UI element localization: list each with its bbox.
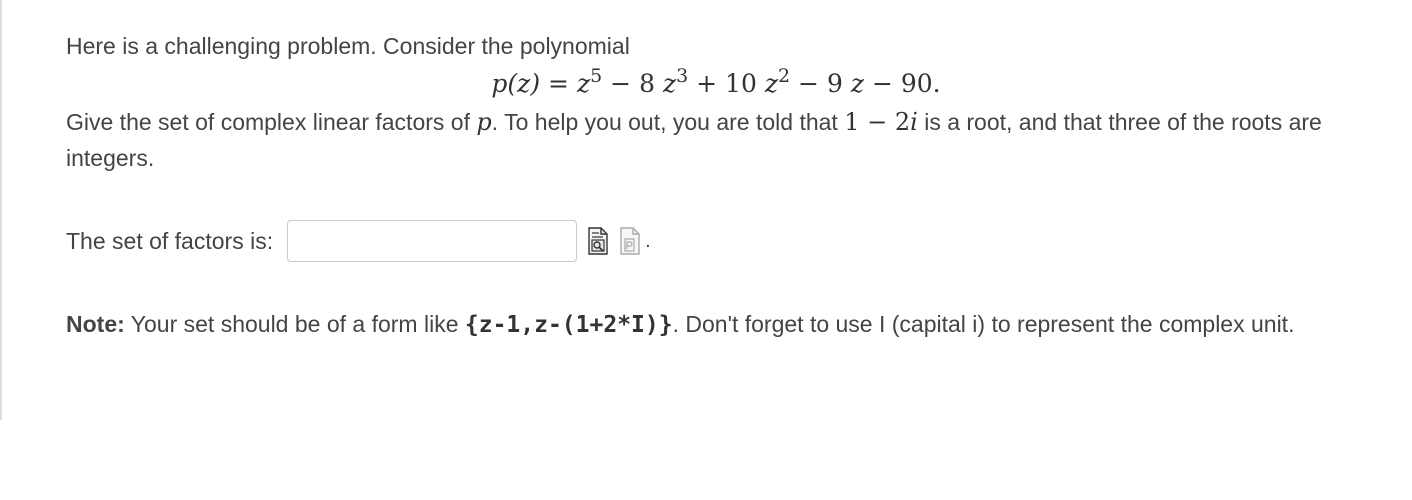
note-label: Note: xyxy=(66,311,125,337)
p-symbol: p xyxy=(476,108,492,136)
question-text-2: . To help you out, you are told that xyxy=(491,109,845,135)
answer-label: The set of factors is: xyxy=(66,228,274,254)
answer-row: The set of factors is: . xyxy=(66,218,1366,264)
answer-trailing-period: . xyxy=(645,230,651,252)
formula-exp2: 2 xyxy=(778,65,791,87)
root-imaginary-unit: i xyxy=(910,108,918,136)
preview-icon[interactable] xyxy=(587,227,609,255)
formula-lhs: p(z) xyxy=(491,69,541,98)
formula-minus9: − 9 xyxy=(798,69,843,98)
formula-z-term5: z xyxy=(576,69,591,98)
left-border xyxy=(0,0,2,420)
formula-z-term3: z xyxy=(662,69,677,98)
note-text-2: . Don't forget to use I (capital i) to r… xyxy=(672,311,1295,337)
formula-z-term2: z xyxy=(764,69,778,98)
root-real: 1 − 2 xyxy=(844,108,911,136)
problem-intro: Here is a challenging problem. Consider … xyxy=(66,33,630,59)
help-icon[interactable] xyxy=(619,227,641,255)
formula-plus10: + 10 xyxy=(696,69,757,98)
problem-content: Here is a challenging problem. Consider … xyxy=(66,28,1366,368)
formula-eq: = xyxy=(548,69,569,98)
question-text-1: Give the set of complex linear factors o… xyxy=(66,109,477,135)
problem-question: Give the set of complex linear factors o… xyxy=(66,104,1366,176)
answer-input[interactable] xyxy=(287,220,578,262)
note-text-1: Your set should be of a form like xyxy=(124,311,465,337)
note: Note: Your set should be of a form like … xyxy=(66,304,1366,345)
formula-z-term1: z xyxy=(850,69,864,98)
formula-minus8: − 8 xyxy=(610,69,655,98)
formula-tail: − 90. xyxy=(871,69,941,98)
note-example: {z-1,z-(1+2*I)} xyxy=(464,312,673,338)
formula-exp3: 3 xyxy=(676,65,689,87)
polynomial-formula: p(z) = z5 − 8 z3 + 10 z2 − 9 z − 90. xyxy=(0,64,1412,104)
formula-exp5: 5 xyxy=(590,65,603,87)
